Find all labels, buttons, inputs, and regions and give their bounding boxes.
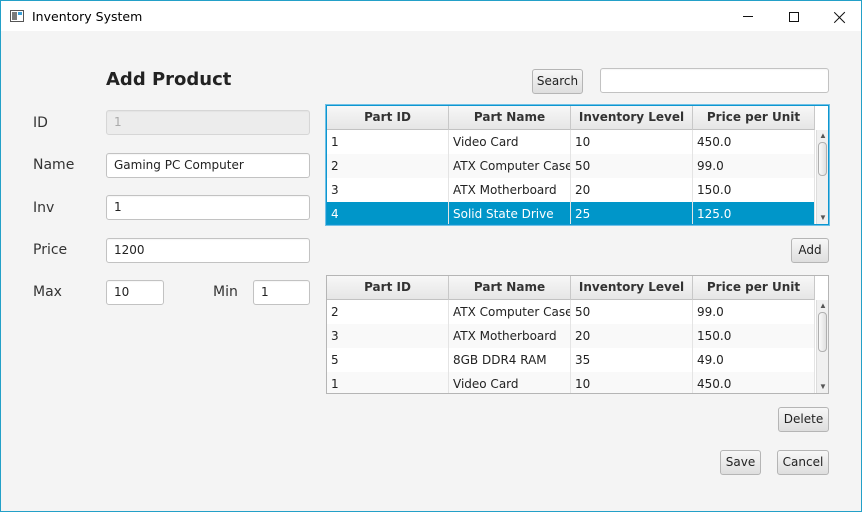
cell-inventory-level: 50 (571, 300, 693, 324)
associated-table-scrollbar[interactable]: ▲ ▼ (816, 300, 828, 393)
cell-part-name: ATX Motherboard (449, 178, 571, 202)
table-row[interactable]: 3 ATX Motherboard 20 150.0 (327, 178, 815, 202)
table-row[interactable]: 1 Video Card 10 450.0 (327, 372, 815, 393)
scroll-down-icon[interactable]: ▼ (817, 381, 828, 393)
id-label: ID (33, 115, 48, 131)
cell-part-name: Video Card (449, 372, 571, 393)
table-row[interactable]: 2 ATX Computer Case 50 99.0 (327, 300, 815, 324)
cancel-button[interactable]: Cancel (777, 450, 829, 475)
cell-price-per-unit: 125.0 (693, 202, 815, 224)
add-button[interactable]: Add (791, 238, 829, 263)
name-label: Name (33, 157, 75, 173)
table-row[interactable]: 1 Video Card 10 450.0 (327, 130, 815, 154)
cell-part-name: ATX Motherboard (449, 324, 571, 348)
column-header-price-per-unit[interactable]: Price per Unit (693, 106, 815, 130)
search-input[interactable] (600, 68, 829, 93)
min-field[interactable]: 1 (253, 280, 310, 305)
window-content (0, 31, 862, 512)
cell-price-per-unit: 150.0 (693, 324, 815, 348)
search-button[interactable]: Search (532, 69, 583, 94)
cell-price-per-unit: 150.0 (693, 178, 815, 202)
cell-part-id: 1 (327, 372, 449, 393)
column-header-part-id[interactable]: Part ID (327, 276, 449, 300)
parts-table[interactable]: Part ID Part Name Inventory Level Price … (326, 105, 829, 225)
cell-inventory-level: 20 (571, 324, 693, 348)
name-field[interactable]: Gaming PC Computer (106, 153, 310, 178)
table-row[interactable]: 2 ATX Computer Case 50 99.0 (327, 154, 815, 178)
cell-part-name: Video Card (449, 130, 571, 154)
cell-part-id: 5 (327, 348, 449, 372)
cell-part-name: ATX Computer Case (449, 154, 571, 178)
associated-parts-table[interactable]: Part ID Part Name Inventory Level Price … (326, 275, 829, 394)
min-label: Min (213, 284, 238, 300)
max-field[interactable]: 10 (106, 280, 164, 305)
associated-table-body: 2 ATX Computer Case 50 99.0 3 ATX Mother… (327, 300, 815, 393)
page-title: Add Product (106, 69, 232, 90)
scrollbar-thumb[interactable] (818, 312, 827, 352)
maximize-button[interactable] (771, 1, 817, 32)
cell-part-id: 4 (327, 202, 449, 224)
close-icon (834, 11, 846, 23)
price-label: Price (33, 242, 68, 258)
associated-table-header: Part ID Part Name Inventory Level Price … (327, 276, 815, 300)
cell-inventory-level: 25 (571, 202, 693, 224)
column-header-inventory-level[interactable]: Inventory Level (571, 106, 693, 130)
minimize-icon (743, 16, 753, 17)
inv-field[interactable]: 1 (106, 195, 310, 220)
cell-price-per-unit: 99.0 (693, 300, 815, 324)
cell-price-per-unit: 99.0 (693, 154, 815, 178)
title-bar: Inventory System (0, 0, 862, 31)
cell-part-name: ATX Computer Case (449, 300, 571, 324)
cell-price-per-unit: 49.0 (693, 348, 815, 372)
cell-inventory-level: 20 (571, 178, 693, 202)
cell-inventory-level: 50 (571, 154, 693, 178)
cell-part-id: 2 (327, 300, 449, 324)
scrollbar-thumb[interactable] (818, 142, 827, 176)
cell-price-per-unit: 450.0 (693, 130, 815, 154)
cell-inventory-level: 35 (571, 348, 693, 372)
column-header-part-name[interactable]: Part Name (449, 106, 571, 130)
cell-inventory-level: 10 (571, 130, 693, 154)
parts-table-body: 1 Video Card 10 450.0 2 ATX Computer Cas… (327, 130, 815, 224)
delete-button[interactable]: Delete (778, 407, 829, 432)
scroll-down-icon[interactable]: ▼ (817, 212, 828, 224)
max-label: Max (33, 284, 62, 300)
cell-price-per-unit: 450.0 (693, 372, 815, 393)
cell-part-id: 3 (327, 178, 449, 202)
parts-table-header: Part ID Part Name Inventory Level Price … (327, 106, 815, 130)
column-header-inventory-level[interactable]: Inventory Level (571, 276, 693, 300)
cell-inventory-level: 10 (571, 372, 693, 393)
minimize-button[interactable] (725, 1, 771, 32)
close-button[interactable] (817, 1, 862, 32)
save-button[interactable]: Save (720, 450, 761, 475)
price-field[interactable]: 1200 (106, 238, 310, 263)
cell-part-name: Solid State Drive (449, 202, 571, 224)
inv-label: Inv (33, 200, 55, 216)
scroll-up-icon[interactable]: ▲ (817, 300, 828, 312)
parts-table-scrollbar[interactable]: ▲ ▼ (816, 130, 828, 224)
table-row-selected[interactable]: 4 Solid State Drive 25 125.0 (327, 202, 815, 224)
column-header-price-per-unit[interactable]: Price per Unit (693, 276, 815, 300)
column-header-part-name[interactable]: Part Name (449, 276, 571, 300)
table-row[interactable]: 5 8GB DDR4 RAM 35 49.0 (327, 348, 815, 372)
window-title: Inventory System (32, 9, 143, 24)
scroll-up-icon[interactable]: ▲ (817, 130, 828, 142)
id-field: 1 (106, 110, 310, 135)
cell-part-id: 2 (327, 154, 449, 178)
cell-part-id: 3 (327, 324, 449, 348)
cell-part-id: 1 (327, 130, 449, 154)
maximize-icon (789, 11, 799, 22)
table-row[interactable]: 3 ATX Motherboard 20 150.0 (327, 324, 815, 348)
app-icon (10, 10, 24, 22)
cell-part-name: 8GB DDR4 RAM (449, 348, 571, 372)
column-header-part-id[interactable]: Part ID (327, 106, 449, 130)
